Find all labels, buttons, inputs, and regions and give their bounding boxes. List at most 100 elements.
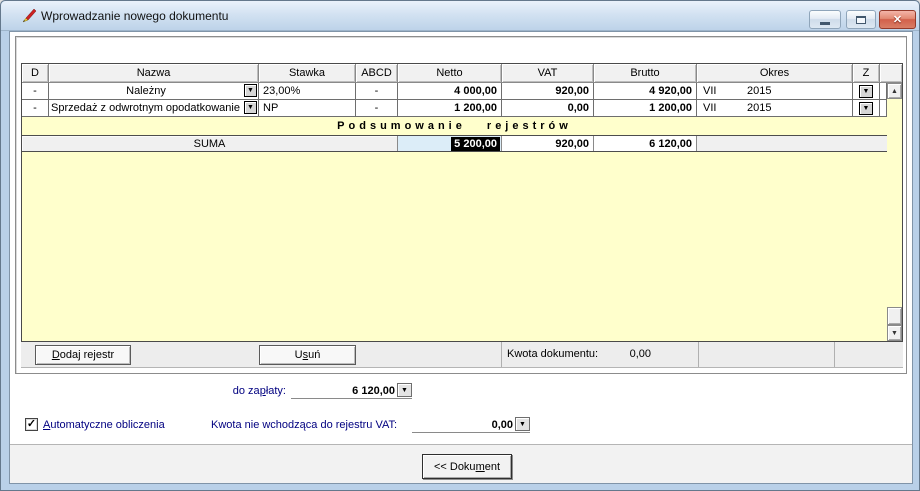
scrollbar-thumb[interactable] — [887, 307, 902, 325]
titlebar[interactable]: Wprowadzanie nowego dokumentu ✕ — [1, 1, 919, 31]
z-dropdown-button[interactable]: ▼ — [859, 85, 873, 98]
maximize-restore-button[interactable] — [846, 10, 876, 29]
non-vat-amount-value: 0,00 — [492, 419, 513, 431]
cell-netto[interactable]: 4 000,00 — [398, 83, 502, 100]
summary-vat-cell[interactable]: 920,00 — [502, 136, 594, 151]
delete-register-button[interactable]: Usuń — [259, 345, 356, 365]
chevron-down-icon: ▼ — [519, 421, 526, 428]
cell-z[interactable]: ▼ — [853, 100, 880, 117]
registers-grid: D Nazwa Stawka ABCD Netto VAT Brutto Okr… — [21, 63, 903, 342]
close-icon: ✕ — [893, 13, 902, 26]
cell-okres[interactable]: VII 2015 — [697, 100, 853, 117]
summary-label: SUMA — [22, 136, 398, 151]
minimize-button[interactable] — [809, 10, 841, 29]
document-button-label: << Dokument — [434, 461, 500, 473]
cell-stawka[interactable]: NP — [259, 100, 356, 117]
auto-calc-label-rest: utomatyczne obliczenia — [50, 419, 164, 431]
okres-month: VII — [703, 85, 747, 97]
non-vat-dropdown-button[interactable]: ▼ — [515, 417, 530, 431]
auto-calc-label[interactable]: Automatyczne obliczenia — [43, 419, 165, 431]
cell-d[interactable]: - — [22, 83, 49, 100]
col-header-abcd[interactable]: ABCD — [356, 64, 398, 83]
document-button-label-rest: ent — [485, 461, 500, 473]
cell-filler — [880, 83, 887, 100]
chevron-down-icon: ▼ — [863, 88, 870, 95]
non-vat-amount-field[interactable]: 0,00 ▼ — [412, 416, 530, 433]
chevron-down-icon: ▼ — [247, 104, 254, 111]
non-vat-amount-label: Kwota nie wchodząca do rejestru VAT: — [211, 419, 397, 431]
to-pay-label: do zapłaty: — [210, 385, 286, 397]
document-button-mnemonic: m — [476, 461, 485, 473]
cell-name-text: Sprzedaż z odwrotnym opodatkowanie — [51, 102, 240, 114]
cell-vat[interactable]: 920,00 — [502, 83, 594, 100]
document-amount-value: 0,00 — [581, 348, 651, 360]
col-header-nazwa[interactable]: Nazwa — [49, 64, 259, 83]
minimize-icon — [820, 22, 830, 25]
delete-register-label-pre: U — [295, 349, 303, 361]
strip-divider — [834, 342, 835, 367]
chevron-down-icon: ▼ — [401, 387, 408, 394]
col-header-stawka[interactable]: Stawka — [259, 64, 356, 83]
close-button[interactable]: ✕ — [879, 10, 916, 29]
scroll-up-button[interactable]: ▲ — [887, 83, 902, 99]
summary-netto-cell[interactable]: 5 200,00 — [398, 136, 502, 151]
register-name-combobox[interactable]: Należny ▼ — [49, 83, 259, 100]
add-register-label-rest: odaj rejestr — [60, 349, 114, 361]
add-register-mnemonic: D — [52, 349, 60, 361]
grid-footer-strip: Dodaj rejestr Usuń Kwota dokumentu: 0,00 — [21, 342, 903, 368]
cell-brutto[interactable]: 4 920,00 — [594, 83, 697, 100]
cell-abcd[interactable]: - — [356, 100, 398, 117]
cell-netto[interactable]: 1 200,00 — [398, 100, 502, 117]
to-pay-dropdown-button[interactable]: ▼ — [397, 383, 412, 397]
cell-filler — [880, 100, 887, 117]
to-pay-field[interactable]: 6 120,00 ▼ — [291, 382, 412, 399]
cell-brutto[interactable]: 1 200,00 — [594, 100, 697, 117]
cell-z[interactable]: ▼ — [853, 83, 880, 100]
name-dropdown-button[interactable]: ▼ — [244, 84, 257, 97]
cell-name-text: Należny — [126, 85, 166, 97]
to-pay-label-rest: łaty: — [266, 385, 286, 397]
client-area: D Nazwa Stawka ABCD Netto VAT Brutto Okr… — [9, 31, 913, 484]
col-header-vat[interactable]: VAT — [502, 64, 594, 83]
add-register-button[interactable]: Dodaj rejestr — [35, 345, 131, 365]
document-entry-window: Wprowadzanie nowego dokumentu ✕ D Nazwa … — [0, 0, 920, 491]
cell-okres[interactable]: VII 2015 — [697, 83, 853, 100]
strip-divider — [501, 342, 502, 367]
arrow-down-icon: ▼ — [891, 330, 898, 337]
col-header-brutto[interactable]: Brutto — [594, 64, 697, 83]
col-header-z[interactable]: Z — [853, 64, 880, 83]
cell-stawka[interactable]: 23,00% — [259, 83, 356, 100]
cell-d[interactable]: - — [22, 100, 49, 117]
col-header-okres[interactable]: Okres — [697, 64, 853, 83]
cell-abcd[interactable]: - — [356, 83, 398, 100]
register-row[interactable]: - Sprzedaż z odwrotnym opodatkowanie ▼ N… — [22, 100, 887, 117]
summary-heading: Podsumowanie rejestrów — [22, 117, 887, 135]
document-button[interactable]: << Dokument — [422, 454, 512, 479]
z-dropdown-button[interactable]: ▼ — [859, 102, 873, 115]
grid-vscrollbar[interactable]: ▲ ▼ — [887, 83, 902, 341]
cell-vat[interactable]: 0,00 — [502, 100, 594, 117]
scroll-down-button[interactable]: ▼ — [887, 325, 902, 341]
delete-register-label: Usuń — [295, 349, 321, 361]
summary-brutto-cell[interactable]: 6 120,00 — [594, 136, 697, 151]
add-register-label: Dodaj rejestr — [52, 349, 114, 361]
summary-row: SUMA 5 200,00 920,00 6 120,00 — [22, 135, 887, 152]
register-name-combobox[interactable]: Sprzedaż z odwrotnym opodatkowanie ▼ — [49, 100, 259, 117]
col-header-d[interactable]: D — [22, 64, 49, 83]
col-header-netto[interactable]: Netto — [398, 64, 502, 83]
registers-panel: D Nazwa Stawka ABCD Netto VAT Brutto Okr… — [15, 36, 907, 374]
scrollbar-track[interactable] — [887, 99, 902, 307]
delete-register-label-rest: uń — [308, 349, 320, 361]
okres-year: 2015 — [747, 85, 771, 97]
summary-filler — [697, 136, 887, 151]
chevron-down-icon: ▼ — [247, 87, 254, 94]
window-title: Wprowadzanie nowego dokumentu — [41, 9, 228, 23]
maximize-icon — [856, 16, 866, 24]
grid-header-row: D Nazwa Stawka ABCD Netto VAT Brutto Okr… — [22, 64, 902, 83]
name-dropdown-button[interactable]: ▼ — [244, 101, 257, 114]
summary-netto-selected-value[interactable]: 5 200,00 — [451, 137, 500, 151]
check-icon: ✓ — [27, 419, 36, 430]
register-row[interactable]: - Należny ▼ 23,00% - 4 000,00 920,00 4 9… — [22, 83, 887, 100]
okres-month: VII — [703, 102, 747, 114]
auto-calc-checkbox[interactable]: ✓ — [25, 418, 38, 431]
